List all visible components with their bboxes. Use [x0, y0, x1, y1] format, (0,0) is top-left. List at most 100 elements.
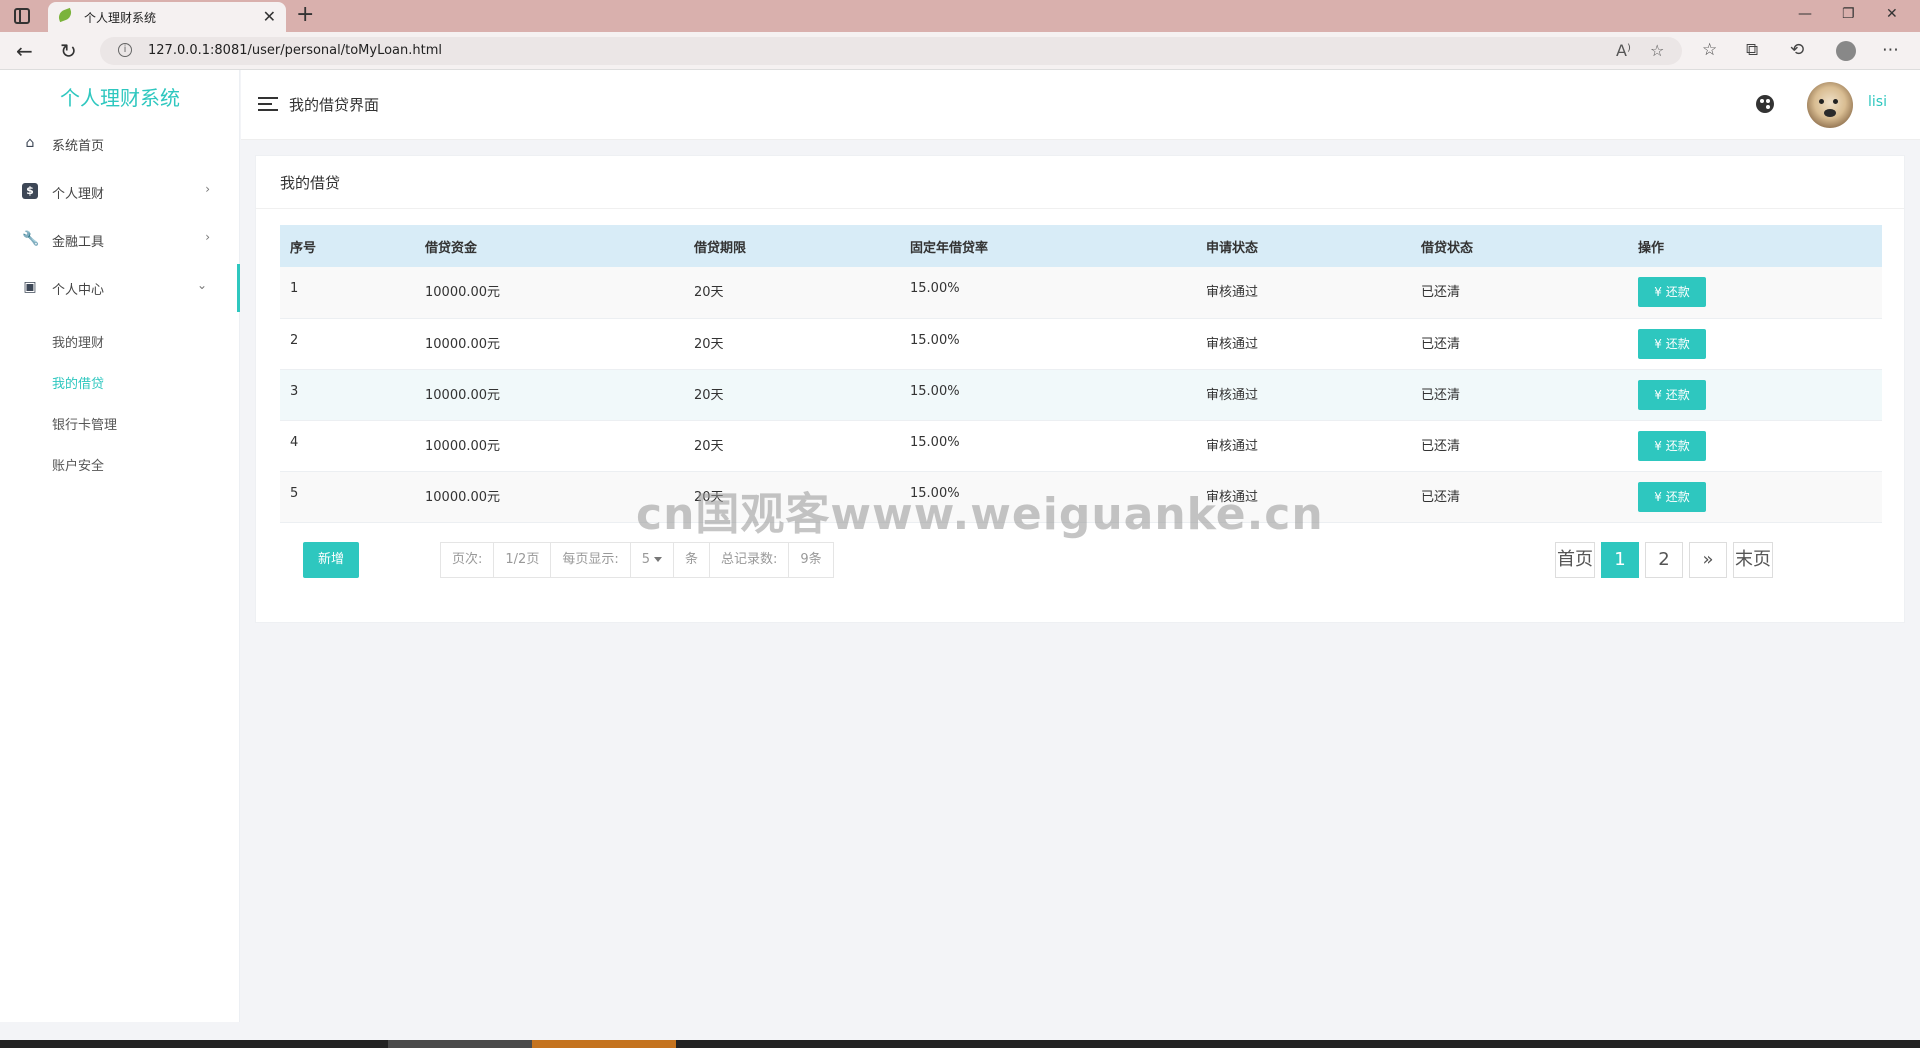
repay-button[interactable]: ¥ 还款: [1638, 379, 1706, 410]
pager-last[interactable]: 末页: [1733, 542, 1773, 578]
cell-no: 5: [280, 471, 415, 523]
column-header: 借贷状态: [1411, 225, 1628, 267]
repay-button[interactable]: ¥ 还款: [1638, 481, 1706, 512]
refresh-icon[interactable]: ↻: [60, 39, 77, 63]
cell-no: 1: [280, 267, 415, 319]
cell-loan-status: 已还清: [1411, 267, 1628, 319]
table-row: 4 10000.00元 20天 15.00% 审核通过 已还清 ¥ 还款: [280, 420, 1882, 472]
palette-icon[interactable]: [1756, 95, 1774, 113]
taskbar-app[interactable]: [532, 1040, 676, 1048]
cell-term: 20天: [684, 420, 900, 472]
cell-term: 20天: [684, 318, 900, 370]
page-info: 页次: 1/2页 每页显示: 5 条 总记录数: 9条: [440, 542, 834, 578]
card-title: 我的借贷: [280, 174, 341, 192]
sidebar-subitem-account-security[interactable]: 账户安全: [52, 455, 104, 474]
sidebar-item-label: 系统首页: [52, 139, 105, 154]
home-icon: ⌂: [25, 135, 35, 151]
username[interactable]: lisi: [1868, 94, 1887, 110]
cell-apply-status: 审核通过: [1196, 420, 1411, 472]
minimize-icon[interactable]: —: [1798, 6, 1812, 22]
add-button[interactable]: 新增: [303, 542, 359, 578]
read-aloud-icon[interactable]: A⁾: [1616, 41, 1631, 60]
browser-tab[interactable]: 个人理财系统 ✕: [48, 2, 286, 32]
menu-toggle-icon[interactable]: [258, 97, 278, 111]
cell-rate: 15.00%: [900, 267, 1196, 319]
pager-next[interactable]: »: [1689, 542, 1727, 578]
cell-action: ¥ 还款: [1628, 318, 1882, 370]
sidebar-item-home[interactable]: ⌂ 系统首页: [0, 120, 240, 168]
taskbar-app[interactable]: [388, 1040, 532, 1048]
browser-tab-bar: 个人理财系统 ✕ + — ❐ ✕: [0, 0, 1920, 32]
chevron-down-icon: ⌄: [196, 278, 207, 292]
window-close-icon[interactable]: ✕: [1886, 6, 1898, 22]
per-page-label: 每页显示:: [551, 543, 631, 577]
avatar[interactable]: [1807, 82, 1853, 128]
column-header: 借贷资金: [415, 225, 684, 267]
table-row: 3 10000.00元 20天 15.00% 审核通过 已还清 ¥ 还款: [280, 369, 1882, 421]
profile-icon[interactable]: [1836, 41, 1856, 61]
history-icon[interactable]: ⟲: [1790, 40, 1804, 60]
cell-apply-status: 审核通过: [1196, 369, 1411, 421]
cell-term: 20天: [684, 267, 900, 319]
cell-action: ¥ 还款: [1628, 420, 1882, 472]
chevron-right-icon: ›: [205, 182, 210, 196]
cell-rate: 15.00%: [900, 369, 1196, 421]
pager-first[interactable]: 首页: [1555, 542, 1595, 578]
repay-button[interactable]: ¥ 还款: [1638, 430, 1706, 461]
sidebar-subitem-bank-cards[interactable]: 银行卡管理: [52, 414, 117, 433]
user-card-icon: ▣: [23, 279, 37, 295]
sidebar-subitem-my-finance[interactable]: 我的理财: [52, 332, 104, 351]
per-page-select[interactable]: 5: [631, 543, 674, 577]
sidebar-subitem-my-loan[interactable]: 我的借贷: [52, 373, 104, 392]
pager-page-2[interactable]: 2: [1645, 542, 1683, 578]
column-header: 申请状态: [1196, 225, 1411, 267]
card-divider: [256, 208, 1904, 209]
brand-title: 个人理财系统: [60, 86, 180, 110]
sidebar-item-finance[interactable]: $ 个人理财 ›: [0, 168, 240, 216]
pagination: 首页 1 2 » 末页: [1555, 542, 1779, 578]
collections-icon[interactable]: ⧉: [1746, 40, 1758, 60]
site-info-icon[interactable]: i: [118, 43, 132, 57]
cell-term: 20天: [684, 369, 900, 421]
sidebar: 个人理财系统 ⌂ 系统首页 $ 个人理财 › 🔧 金融工具 › ▣ 个人中心 ⌄…: [0, 70, 240, 1022]
cell-action: ¥ 还款: [1628, 267, 1882, 319]
tab-actions-icon[interactable]: [14, 8, 30, 24]
yen-icon: ¥: [1654, 336, 1666, 351]
yen-icon: ¥: [1654, 387, 1666, 402]
per-page-unit: 条: [674, 543, 711, 577]
cell-no: 3: [280, 369, 415, 421]
cell-action: ¥ 还款: [1628, 369, 1882, 421]
more-icon[interactable]: ⋯: [1882, 40, 1899, 60]
column-header: 固定年借贷率: [900, 225, 1196, 267]
favorites-icon[interactable]: ☆: [1702, 40, 1717, 60]
cell-loan-status: 已还清: [1411, 420, 1628, 472]
cell-no: 4: [280, 420, 415, 472]
repay-button[interactable]: ¥ 还款: [1638, 277, 1706, 307]
back-icon[interactable]: ←: [16, 39, 33, 63]
column-header: 借贷期限: [684, 225, 900, 267]
yen-icon: ¥: [1654, 489, 1666, 504]
favorite-add-icon[interactable]: ☆: [1650, 41, 1664, 60]
page-label: 页次:: [441, 543, 495, 577]
cell-amount: 10000.00元: [415, 267, 684, 319]
cell-amount: 10000.00元: [415, 420, 684, 472]
caret-down-icon: [654, 557, 662, 562]
watermark: cn国观客www.weiguanke.cn: [636, 489, 1324, 540]
url-input[interactable]: i 127.0.0.1:8081/user/personal/toMyLoan.…: [100, 37, 1682, 65]
pager-page-1[interactable]: 1: [1601, 542, 1639, 578]
cell-rate: 15.00%: [900, 318, 1196, 370]
repay-button[interactable]: ¥ 还款: [1638, 328, 1706, 359]
os-taskbar: [0, 1040, 1920, 1048]
yen-icon: ¥: [1654, 285, 1666, 299]
sidebar-item-personal-center[interactable]: ▣ 个人中心 ⌄: [0, 264, 240, 312]
dollar-icon: $: [22, 183, 38, 199]
tab-close-icon[interactable]: ✕: [263, 7, 276, 26]
cell-apply-status: 审核通过: [1196, 267, 1411, 319]
restore-icon[interactable]: ❐: [1842, 6, 1855, 22]
column-header: 操作: [1628, 225, 1882, 267]
table-header-row: 序号 借贷资金 借贷期限 固定年借贷率 申请状态 借贷状态 操作: [280, 225, 1882, 267]
sidebar-item-label: 个人理财: [52, 187, 105, 202]
sidebar-item-tools[interactable]: 🔧 金融工具 ›: [0, 216, 240, 264]
new-tab-icon[interactable]: +: [296, 2, 314, 27]
cell-amount: 10000.00元: [415, 369, 684, 421]
